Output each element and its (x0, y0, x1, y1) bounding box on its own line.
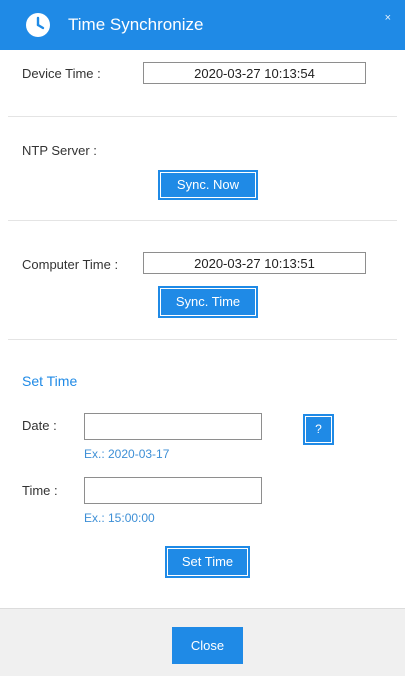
set-time-heading: Set Time (22, 373, 78, 389)
dialog-footer: Close (0, 608, 405, 676)
time-synchronize-dialog: Time Synchronize × Device Time : 2020-03… (0, 0, 405, 676)
divider (8, 220, 397, 221)
date-example-hint: Ex.: 2020-03-17 (84, 447, 170, 461)
dialog-titlebar: Time Synchronize × (0, 0, 405, 50)
date-help-button[interactable]: ? (305, 416, 332, 443)
divider (8, 339, 397, 340)
sync-time-button[interactable]: Sync. Time (160, 288, 256, 316)
close-icon[interactable]: × (385, 12, 391, 24)
computer-time-value: 2020-03-27 10:13:51 (143, 252, 366, 274)
divider (8, 116, 397, 117)
device-time-value: 2020-03-27 10:13:54 (143, 62, 366, 84)
dialog-title: Time Synchronize (68, 15, 204, 34)
date-input[interactable] (84, 413, 262, 440)
time-example-hint: Ex.: 15:00:00 (84, 511, 155, 525)
time-input[interactable] (84, 477, 262, 504)
clock-icon (25, 12, 51, 38)
close-button[interactable]: Close (172, 627, 243, 664)
sync-now-button[interactable]: Sync. Now (160, 172, 256, 198)
date-label: Date : (22, 418, 57, 433)
computer-time-label: Computer Time : (22, 257, 119, 272)
ntp-server-label: NTP Server : (22, 143, 97, 158)
set-time-button[interactable]: Set Time (167, 548, 248, 576)
device-time-label: Device Time : (22, 66, 101, 81)
time-label: Time : (22, 483, 58, 498)
